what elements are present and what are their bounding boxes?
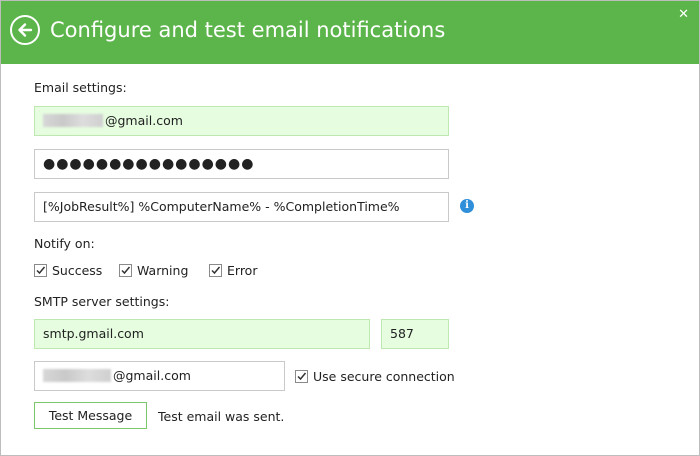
subject-field[interactable]: [%JobResult%] %ComputerName% - %Completi… [34, 192, 449, 222]
secure-connection-label: Use secure connection [313, 369, 455, 384]
notify-on-label: Notify on: [34, 236, 95, 251]
test-status-text: Test email was sent. [158, 409, 285, 424]
checkbox-check-icon [34, 264, 47, 277]
email-address-suffix: @gmail.com [105, 113, 183, 128]
secure-connection-checkbox[interactable]: Use secure connection [295, 369, 455, 384]
notify-warning-label: Warning [137, 263, 189, 278]
checkbox-check-icon [209, 264, 222, 277]
checkbox-check-icon [295, 370, 308, 383]
title-bar: Configure and test email notifications ✕ [1, 1, 699, 64]
smtp-user-field[interactable]: @gmail.com [34, 361, 285, 391]
email-settings-label: Email settings: [34, 80, 127, 95]
close-icon[interactable]: ✕ [678, 7, 689, 22]
smtp-user-suffix: @gmail.com [113, 368, 191, 383]
smtp-settings-label: SMTP server settings: [34, 294, 170, 309]
checkbox-check-icon [119, 264, 132, 277]
smtp-server-field[interactable]: smtp.gmail.com [34, 319, 370, 349]
notify-success-label: Success [52, 263, 103, 278]
dialog-title: Configure and test email notifications [50, 18, 446, 42]
notify-error-checkbox[interactable]: Error [209, 263, 257, 278]
back-arrow-icon[interactable] [10, 15, 40, 45]
email-address-field[interactable]: @gmail.com [34, 106, 449, 136]
notify-warning-checkbox[interactable]: Warning [119, 263, 188, 278]
redacted-smtp-user [43, 369, 111, 382]
password-mask: ●●●●●●●●●●●●●●●● [43, 156, 255, 172]
test-message-button[interactable]: Test Message [34, 402, 147, 429]
info-icon[interactable]: i [460, 199, 474, 213]
notify-error-label: Error [227, 263, 258, 278]
notify-success-checkbox[interactable]: Success [34, 263, 102, 278]
smtp-port-field[interactable]: 587 [381, 319, 449, 349]
password-field[interactable]: ●●●●●●●●●●●●●●●● [34, 149, 449, 179]
redacted-email-user [43, 114, 103, 127]
dialog-window: Configure and test email notifications ✕… [0, 0, 700, 456]
